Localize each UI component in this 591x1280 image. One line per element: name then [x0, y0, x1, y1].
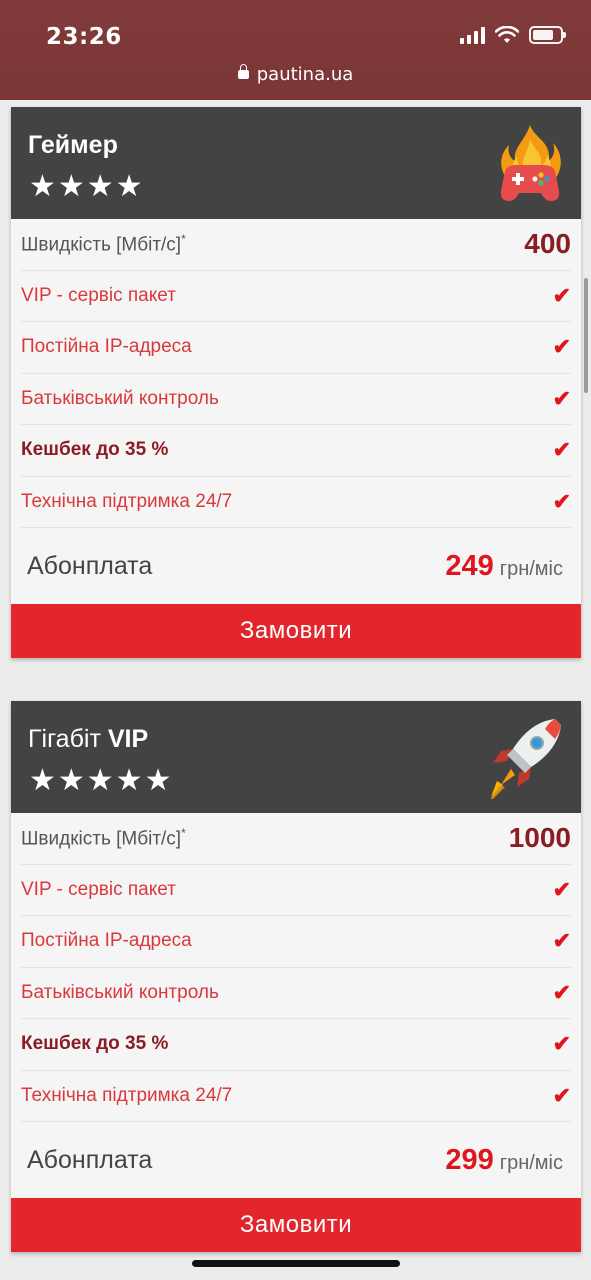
plan-title: Геймер [28, 131, 118, 160]
order-button[interactable]: Замовити [11, 1198, 581, 1252]
check-icon: ✔ [552, 928, 571, 954]
check-icon: ✔ [552, 334, 571, 360]
plan-card-gamer: Геймер ★★★★ Швидкість [Мбіт/с]* 400 VIP … [11, 107, 581, 658]
plan-title: Гігабіт VIP [28, 725, 148, 754]
feature-row: Кешбек до 35 % ✔ [21, 1019, 571, 1071]
feature-row: Технічна підтримка 24/7 ✔ [21, 477, 571, 528]
speed-value: 400 [524, 228, 571, 260]
price-amount: 299 [445, 1143, 494, 1176]
price-unit: грн/міс [499, 557, 563, 580]
price-row: Абонплата 299 грн/міс [11, 1122, 581, 1198]
feature-label: Технічна підтримка 24/7 [21, 1084, 233, 1106]
url-text: pautina.ua [256, 64, 354, 85]
check-icon: ✔ [552, 876, 571, 902]
feature-row: Технічна підтримка 24/7 ✔ [21, 1071, 571, 1122]
feature-row: Батьківський контроль ✔ [21, 374, 571, 425]
price-unit: грн/міс [499, 1151, 563, 1174]
rating-stars: ★★★★ [29, 170, 145, 203]
plan-title-bold: VIP [107, 725, 149, 753]
check-icon: ✔ [552, 488, 571, 514]
feature-row: Кешбек до 35 % ✔ [21, 425, 571, 477]
feature-row: Постійна IP-адреса ✔ [21, 322, 571, 374]
speed-label-text: Швидкість [Мбіт/с] [21, 234, 182, 256]
price-label: Абонплата [27, 551, 153, 580]
price-amount: 249 [445, 549, 494, 582]
speed-row: Швидкість [Мбіт/с]* 400 [21, 219, 571, 271]
status-icons [460, 26, 566, 44]
feature-label: VIP - сервіс пакет [21, 878, 176, 900]
order-button[interactable]: Замовити [11, 604, 581, 658]
feature-label: Батьківський контроль [21, 387, 219, 409]
check-icon: ✔ [552, 437, 571, 463]
check-icon: ✔ [552, 1031, 571, 1057]
price-label: Абонплата [27, 1145, 153, 1174]
status-time: 23:26 [46, 24, 122, 50]
plan-title-bold: Геймер [28, 131, 118, 159]
speed-footnote: * [181, 232, 186, 247]
rating-stars: ★★★★★ [29, 764, 174, 797]
speed-label: Швидкість [Мбіт/с]* [21, 232, 186, 256]
feature-label: Постійна IP-адреса [21, 336, 192, 358]
feature-row: Батьківський контроль ✔ [21, 968, 571, 1019]
price-value: 299 грн/міс [445, 1144, 563, 1177]
price-row: Абонплата 249 грн/міс [11, 528, 581, 604]
feature-label: Кешбек до 35 % [21, 1033, 169, 1055]
browser-status-bar: 23:26 pautina.ua [0, 0, 591, 100]
check-icon: ✔ [552, 385, 571, 411]
home-indicator[interactable] [192, 1260, 400, 1267]
gamepad-fire-icon [500, 125, 561, 201]
battery-icon [529, 26, 566, 44]
feature-row: VIP - сервіс пакет ✔ [21, 271, 571, 322]
lock-icon [237, 64, 249, 79]
scrollbar[interactable] [584, 278, 588, 393]
plan-card-gigabit-vip: Гігабіт VIP ★★★★★ Швидкість [Мбіт/с]* 10… [11, 701, 581, 1252]
feature-label: Постійна IP-адреса [21, 930, 192, 952]
speed-label-text: Швидкість [Мбіт/с] [21, 828, 182, 850]
speed-value: 1000 [508, 822, 571, 854]
cellular-signal-icon [460, 26, 485, 44]
feature-label: Технічна підтримка 24/7 [21, 490, 233, 512]
price-value: 249 грн/міс [445, 550, 563, 583]
wifi-icon [495, 26, 519, 43]
feature-label: VIP - сервіс пакет [21, 284, 176, 306]
speed-label: Швидкість [Мбіт/с]* [21, 826, 186, 850]
check-icon: ✔ [552, 282, 571, 308]
feature-label: Батьківський контроль [21, 981, 219, 1003]
plan-header: Геймер ★★★★ [11, 107, 581, 219]
speed-row: Швидкість [Мбіт/с]* 1000 [21, 813, 571, 865]
address-bar[interactable]: pautina.ua [0, 64, 591, 85]
speed-footnote: * [181, 826, 186, 841]
check-icon: ✔ [552, 1082, 571, 1108]
check-icon: ✔ [552, 979, 571, 1005]
plan-header: Гігабіт VIP ★★★★★ [11, 701, 581, 813]
rocket-icon [490, 719, 561, 799]
plan-title-regular: Гігабіт [28, 725, 108, 753]
feature-row: Постійна IP-адреса ✔ [21, 916, 571, 968]
feature-row: VIP - сервіс пакет ✔ [21, 865, 571, 916]
feature-label: Кешбек до 35 % [21, 439, 169, 461]
